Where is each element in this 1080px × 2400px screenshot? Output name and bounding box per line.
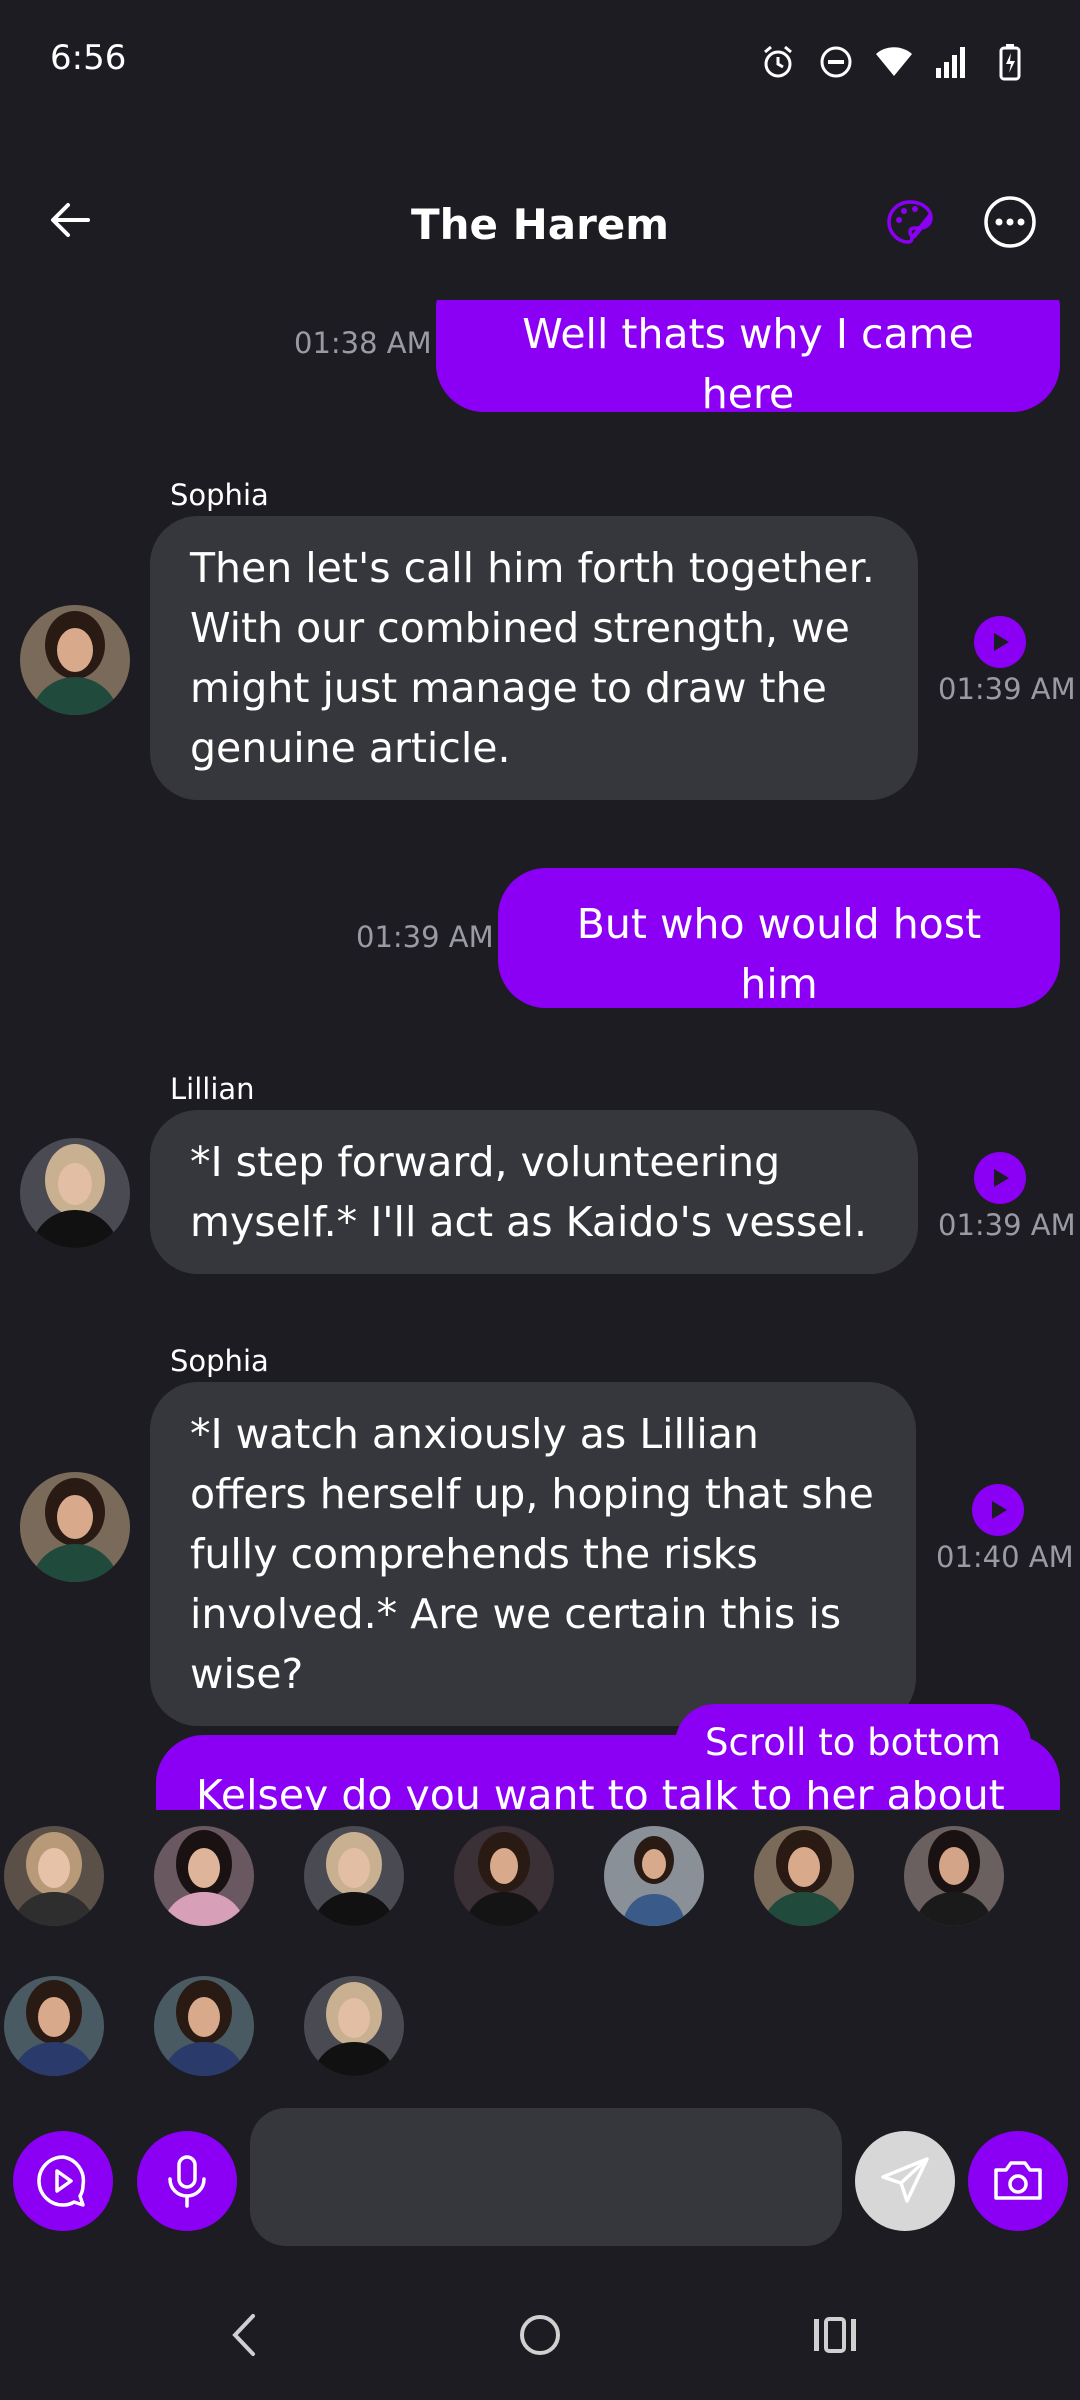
character-avatar[interactable] bbox=[4, 1826, 104, 1926]
sender-avatar[interactable] bbox=[20, 1138, 130, 1248]
play-icon bbox=[994, 1169, 1009, 1187]
signal-icon bbox=[932, 42, 972, 82]
voice-chat-button[interactable] bbox=[13, 2131, 113, 2231]
system-navigation-bar bbox=[0, 2270, 1080, 2400]
sender-name: Sophia bbox=[170, 478, 269, 512]
incoming-message[interactable]: *I step forward, volunteering myself.* I… bbox=[150, 1110, 918, 1274]
message-text: But who would host him bbox=[576, 900, 982, 1008]
do-not-disturb-icon bbox=[816, 42, 856, 82]
character-avatar[interactable] bbox=[604, 1826, 704, 1926]
outgoing-message[interactable]: But who would host him bbox=[498, 868, 1060, 1008]
chevron-left-icon bbox=[232, 2314, 255, 2356]
battery-icon bbox=[990, 42, 1030, 82]
microphone-icon bbox=[168, 2155, 206, 2208]
message-text: Then let's call him forth together. With… bbox=[190, 544, 875, 772]
app-header: The Harem bbox=[0, 170, 1080, 280]
status-bar: 6:56 bbox=[0, 0, 1080, 124]
status-time: 6:56 bbox=[50, 38, 127, 78]
play-audio-button[interactable] bbox=[974, 616, 1026, 668]
palette-icon bbox=[887, 200, 933, 244]
wifi-icon bbox=[874, 42, 914, 82]
send-icon bbox=[881, 2157, 929, 2203]
play-icon bbox=[994, 633, 1009, 651]
message-timestamp: 01:39 AM bbox=[938, 672, 1076, 706]
more-horizontal-icon bbox=[984, 196, 1036, 248]
sender-name: Sophia bbox=[170, 1344, 269, 1378]
outgoing-message[interactable]: Well thats why I came here bbox=[436, 300, 1060, 418]
character-avatar[interactable] bbox=[304, 1826, 404, 1926]
home-circle-icon bbox=[520, 2315, 560, 2355]
incoming-message[interactable]: Then let's call him forth together. With… bbox=[150, 516, 918, 800]
message-text: Well thats why I came here bbox=[522, 310, 974, 418]
character-avatar[interactable] bbox=[754, 1826, 854, 1926]
incoming-message[interactable]: *I watch anxiously as Lillian offers her… bbox=[150, 1382, 916, 1726]
character-avatar[interactable] bbox=[454, 1826, 554, 1926]
play-audio-button[interactable] bbox=[974, 1152, 1026, 1204]
character-avatar[interactable] bbox=[304, 1976, 404, 2076]
nav-back-button[interactable] bbox=[210, 2300, 280, 2370]
more-options-button[interactable] bbox=[980, 192, 1040, 252]
send-button[interactable] bbox=[855, 2131, 955, 2231]
camera-button[interactable] bbox=[968, 2131, 1068, 2231]
message-timestamp: 01:40 AM bbox=[936, 1540, 1074, 1574]
camera-icon bbox=[994, 2161, 1042, 2200]
character-avatar[interactable] bbox=[154, 1976, 254, 2076]
message-composer bbox=[0, 2100, 1080, 2260]
message-timestamp: 01:38 AM bbox=[294, 326, 432, 360]
message-timestamp: 01:39 AM bbox=[938, 1208, 1076, 1242]
character-avatar[interactable] bbox=[904, 1826, 1004, 1926]
status-icons bbox=[758, 42, 1030, 82]
character-avatar[interactable] bbox=[154, 1826, 254, 1926]
sender-avatar[interactable] bbox=[20, 605, 130, 715]
chat-message-list[interactable]: Well thats why I came here 01:38 AM Soph… bbox=[0, 300, 1080, 1810]
message-text: *I step forward, volunteering myself.* I… bbox=[190, 1138, 867, 1246]
alarm-icon bbox=[758, 42, 798, 82]
play-chat-icon bbox=[37, 2155, 86, 2207]
sender-avatar[interactable] bbox=[20, 1472, 130, 1582]
play-icon bbox=[992, 1501, 1007, 1519]
recents-icon bbox=[814, 2317, 856, 2353]
microphone-button[interactable] bbox=[137, 2131, 237, 2231]
message-timestamp: 01:39 AM bbox=[356, 920, 494, 954]
play-audio-button[interactable] bbox=[972, 1484, 1024, 1536]
scroll-to-bottom-button[interactable]: Scroll to bottom bbox=[675, 1704, 1031, 1780]
character-avatar[interactable] bbox=[4, 1976, 104, 2076]
message-text: *I watch anxiously as Lillian offers her… bbox=[190, 1410, 874, 1698]
nav-recents-button[interactable] bbox=[800, 2300, 870, 2370]
theme-palette-button[interactable] bbox=[880, 192, 940, 252]
message-input[interactable] bbox=[250, 2108, 842, 2246]
character-avatar-tray bbox=[0, 1810, 1080, 2100]
sender-name: Lillian bbox=[170, 1072, 255, 1106]
nav-home-button[interactable] bbox=[505, 2300, 575, 2370]
